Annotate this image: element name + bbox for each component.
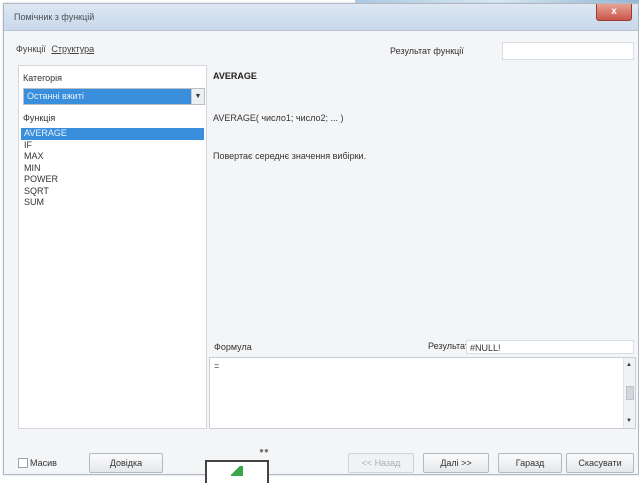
cancel-button[interactable]: Скасувати	[566, 453, 634, 473]
function-result-field	[502, 42, 634, 60]
dropdown-arrow-icon[interactable]: ▼	[191, 89, 204, 104]
function-label: Функція	[23, 113, 56, 123]
category-label: Категорія	[23, 73, 63, 83]
function-item-max[interactable]: MAX	[21, 151, 204, 163]
formula-text[interactable]: =	[214, 361, 219, 371]
function-item-min[interactable]: MIN	[21, 163, 204, 175]
back-button[interactable]: << Назад	[348, 453, 414, 473]
next-button[interactable]: Далі >>	[423, 453, 489, 473]
close-button[interactable]: x	[596, 4, 632, 21]
formula-result-value: #NULL!	[466, 340, 634, 354]
title-bar: Помічник з функцій x	[4, 4, 638, 31]
formula-label: Формула	[214, 342, 252, 352]
array-checkbox[interactable]	[18, 458, 28, 468]
function-description: Повертає середнє значення вибірки.	[213, 151, 367, 161]
function-selection-panel: Категорія Останні вжиті ▼ Функція AVERAG…	[18, 65, 207, 429]
scroll-thumb[interactable]	[626, 386, 634, 400]
ok-button[interactable]: Гаразд	[498, 453, 562, 473]
formula-input[interactable]: = ▲ ▼	[209, 357, 636, 429]
grip-icon[interactable]: ●●	[255, 446, 273, 456]
function-item-if[interactable]: IF	[21, 140, 204, 152]
function-item-average[interactable]: AVERAGE	[21, 128, 204, 140]
function-name: AVERAGE	[213, 71, 257, 81]
function-syntax: AVERAGE( число1; число2; ... )	[213, 113, 344, 123]
formula-result-label: Результат	[428, 341, 469, 351]
function-item-power[interactable]: POWER	[21, 174, 204, 186]
function-item-sqrt[interactable]: SQRT	[21, 186, 204, 198]
tab-bar: Функції Структура	[16, 44, 97, 54]
array-label: Масив	[30, 458, 57, 468]
formula-scrollbar[interactable]: ▲ ▼	[623, 358, 635, 428]
window-title: Помічник з функцій	[14, 12, 95, 22]
calc-icon	[231, 466, 243, 476]
function-list: AVERAGE IF MAX MIN POWER SQRT SUM	[21, 128, 204, 209]
function-result-label: Результат функції	[390, 46, 464, 56]
close-icon[interactable]: x	[611, 6, 617, 17]
tab-functions[interactable]: Функції	[16, 44, 46, 54]
scroll-down-icon[interactable]: ▼	[626, 418, 632, 424]
tab-structure[interactable]: Структура	[51, 44, 94, 54]
help-button[interactable]: Довідка	[89, 453, 163, 473]
category-selected-value[interactable]: Останні вжиті	[24, 89, 191, 104]
document-thumbnail	[205, 460, 269, 483]
function-details: AVERAGE AVERAGE( число1; число2; ... ) П…	[209, 65, 634, 335]
function-wizard-dialog: Помічник з функцій x Функції Структура Р…	[3, 3, 639, 475]
function-item-sum[interactable]: SUM	[21, 197, 204, 209]
category-select[interactable]: Останні вжиті ▼	[23, 88, 205, 105]
scroll-up-icon[interactable]: ▲	[626, 362, 632, 368]
